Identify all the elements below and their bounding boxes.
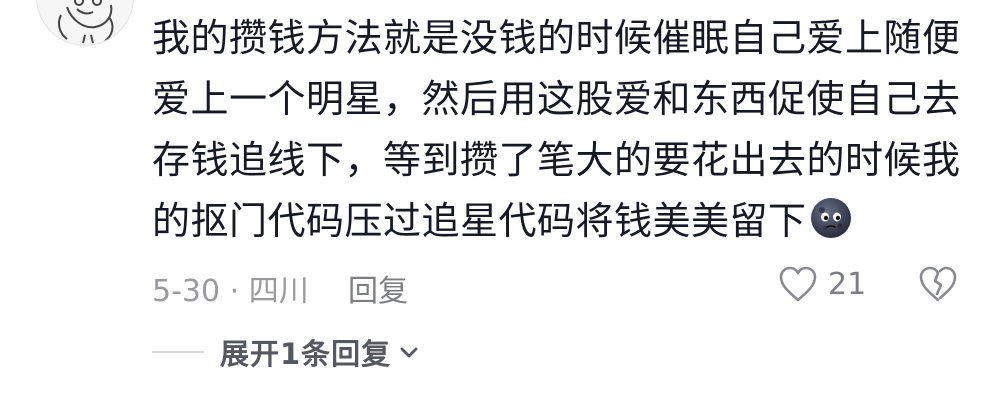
avatar-sketch-image: [37, 0, 133, 45]
expand-replies-button[interactable]: 展开1条回复: [220, 331, 421, 373]
broken-heart-icon[interactable]: [918, 264, 958, 304]
comment-meta-row: 5-30 · 四川 回复 21: [152, 262, 972, 309]
moon-face-emoji-icon: [809, 196, 853, 240]
chevron-down-icon: [397, 340, 421, 364]
like-button[interactable]: 21: [778, 262, 866, 306]
reply-button[interactable]: 回复: [348, 266, 408, 310]
avatar[interactable]: [36, 0, 134, 46]
heart-outline-icon: [778, 265, 818, 303]
divider-line: [152, 351, 204, 353]
expand-replies-row: 展开1条回复: [152, 330, 421, 374]
date-location: 5-30 · 四川: [152, 274, 309, 309]
expand-replies-label: 展开1条回复: [220, 337, 392, 371]
comment-text: 我的攒钱方法就是没钱的时候催眠自己爱上随便爱上一个明星，然后用这股爱和东西促使自…: [152, 8, 972, 252]
like-count: 21: [828, 266, 867, 302]
